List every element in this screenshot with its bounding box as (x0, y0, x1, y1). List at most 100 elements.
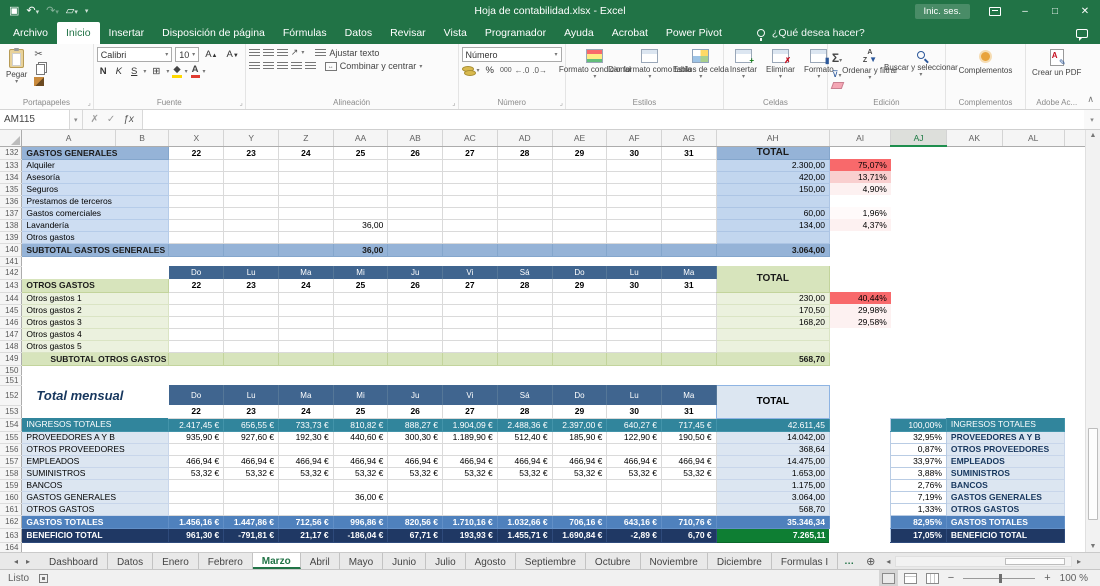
ribbon-tab-insertar[interactable]: Insertar (100, 22, 154, 44)
cell[interactable] (224, 304, 279, 316)
font-size-select[interactable]: 10▾ (175, 47, 199, 62)
cell[interactable] (607, 304, 662, 316)
cell[interactable] (497, 207, 552, 219)
cell[interactable] (279, 231, 334, 243)
cell[interactable] (443, 503, 498, 515)
cell[interactable] (552, 292, 607, 304)
sheet-tab-mayo[interactable]: Mayo (340, 553, 383, 569)
cell[interactable] (607, 443, 662, 455)
row-number-133[interactable]: 133 (0, 159, 22, 171)
cell[interactable] (552, 171, 607, 183)
sheet-tab-datos[interactable]: Datos (108, 553, 153, 569)
create-pdf-button[interactable]: Crear un PDF (1029, 47, 1084, 79)
cell[interactable] (829, 385, 1099, 405)
cell[interactable]: 2.300,00 (716, 159, 829, 171)
cell[interactable]: 3.064,00 (716, 243, 829, 256)
cell[interactable] (169, 171, 224, 183)
cell[interactable]: 230,00 (716, 292, 829, 304)
more-sheets-icon[interactable]: … (838, 553, 860, 569)
cell[interactable] (552, 352, 607, 365)
ribbon-tab-fórmulas[interactable]: Fórmulas (274, 22, 336, 44)
cell[interactable] (662, 171, 717, 183)
cell[interactable] (443, 207, 498, 219)
cell[interactable] (662, 231, 717, 243)
cell[interactable] (607, 171, 662, 183)
cell[interactable] (497, 479, 552, 491)
cell[interactable]: 1.904,09 € (443, 418, 498, 431)
align-center-icon[interactable] (263, 62, 274, 70)
cell[interactable] (552, 183, 607, 195)
cell[interactable]: 300,30 € (388, 431, 443, 443)
cell[interactable] (552, 207, 607, 219)
cell[interactable] (829, 431, 890, 443)
column-header-AD[interactable]: AD (497, 130, 552, 146)
cell[interactable]: Do (552, 385, 607, 405)
row-number-163[interactable]: 163 (0, 528, 22, 542)
zoom-out-button[interactable]: − (948, 572, 954, 584)
maximize-button[interactable]: □ (1040, 3, 1070, 20)
cell[interactable] (224, 479, 279, 491)
cell[interactable] (388, 183, 443, 195)
cell[interactable] (662, 443, 717, 455)
cell[interactable]: 32,95% (891, 431, 947, 443)
cell[interactable]: 30 (607, 405, 662, 418)
cell[interactable] (388, 207, 443, 219)
cell[interactable] (22, 405, 169, 418)
cell[interactable] (333, 503, 388, 515)
ribbon-tab-inicio[interactable]: Inicio (57, 22, 100, 44)
cell[interactable]: 1.447,86 € (224, 515, 279, 528)
cell[interactable]: 25 (333, 405, 388, 418)
cell[interactable] (169, 292, 224, 304)
column-header-AK[interactable]: AK (946, 130, 1002, 146)
cell[interactable] (443, 479, 498, 491)
cell[interactable] (224, 443, 279, 455)
cell[interactable] (607, 340, 662, 352)
row-number-132[interactable]: 132 (0, 146, 22, 159)
cell[interactable] (224, 328, 279, 340)
sheet-tab-enero[interactable]: Enero (153, 553, 199, 569)
cell[interactable]: 40,44% (829, 292, 890, 304)
cell[interactable] (224, 352, 279, 365)
ribbon-tab-datos[interactable]: Datos (336, 22, 381, 44)
cell[interactable]: 712,56 € (279, 515, 334, 528)
cell[interactable]: EMPLEADOS (946, 455, 1064, 467)
cell[interactable] (607, 352, 662, 365)
cell[interactable] (891, 292, 1100, 304)
cell[interactable] (443, 243, 498, 256)
cell[interactable] (829, 340, 1099, 352)
cell[interactable]: 466,94 € (333, 455, 388, 467)
cell[interactable] (829, 279, 1099, 292)
cell[interactable] (891, 159, 1100, 171)
cell[interactable]: OTROS GASTOS (22, 279, 169, 292)
cell[interactable] (552, 231, 607, 243)
column-header-A[interactable]: A (22, 130, 115, 146)
row-number-156[interactable]: 156 (0, 443, 22, 455)
cell[interactable] (333, 479, 388, 491)
cell[interactable]: 53,32 € (279, 467, 334, 479)
sheet-tab-septiembre[interactable]: Septiembre (516, 553, 586, 569)
cell[interactable]: 100,00% (891, 418, 947, 431)
cell[interactable] (169, 352, 224, 365)
font-color-icon[interactable]: A (191, 65, 200, 78)
column-header-AJ[interactable]: AJ (891, 130, 947, 146)
sheet-tab-noviembre[interactable]: Noviembre (641, 553, 708, 569)
cell[interactable]: Seguros (22, 183, 169, 195)
cell[interactable] (388, 503, 443, 515)
row-number-152[interactable]: 152 (0, 385, 22, 405)
enter-icon[interactable]: ✓ (107, 114, 115, 125)
cell[interactable] (497, 292, 552, 304)
zoom-in-button[interactable]: + (1044, 572, 1050, 584)
sheet-nav-right-icon[interactable]: ▸ (26, 557, 30, 566)
sheet-tab-marzo[interactable]: Marzo (253, 553, 301, 569)
cell[interactable] (497, 171, 552, 183)
cell[interactable] (333, 195, 388, 207)
cell[interactable] (279, 328, 334, 340)
cell[interactable] (891, 219, 1100, 231)
cell[interactable]: 1.175,00 (716, 479, 829, 491)
cell[interactable]: 30 (607, 146, 662, 159)
cell[interactable] (169, 159, 224, 171)
cell[interactable]: PROVEEDORES A Y B (946, 431, 1064, 443)
cell[interactable]: Do (169, 385, 224, 405)
cell[interactable]: SUBTOTAL GASTOS GENERALES (22, 243, 169, 256)
cell[interactable]: 27 (443, 146, 498, 159)
